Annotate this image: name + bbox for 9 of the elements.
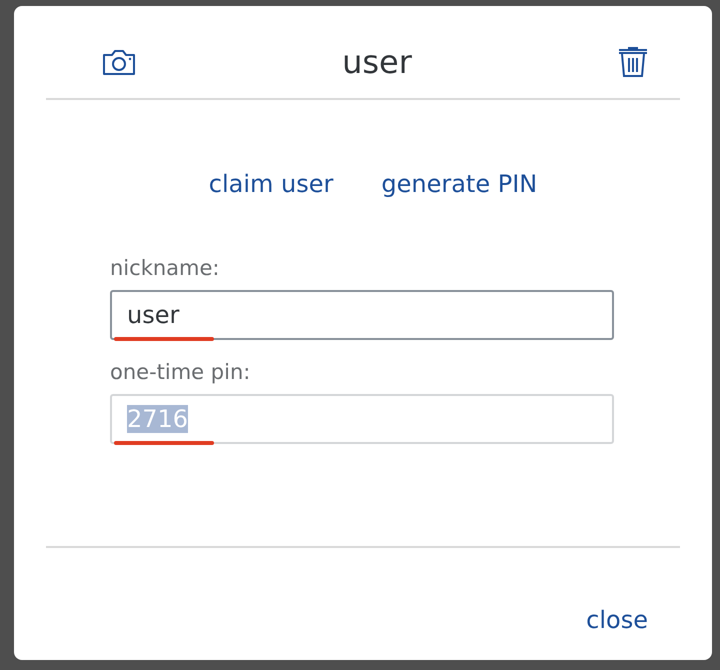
camera-icon[interactable] [102,48,136,76]
action-link[interactable]: claim user [208,170,334,198]
close-link[interactable]: close [586,606,648,634]
field-label: nickname: [110,256,220,280]
input-field[interactable]: user [110,290,614,340]
trash-icon[interactable] [618,46,648,78]
dialog-title: user [342,43,412,81]
action-link[interactable]: generate PIN [381,170,538,198]
field-label: one-time pin: [110,360,252,384]
